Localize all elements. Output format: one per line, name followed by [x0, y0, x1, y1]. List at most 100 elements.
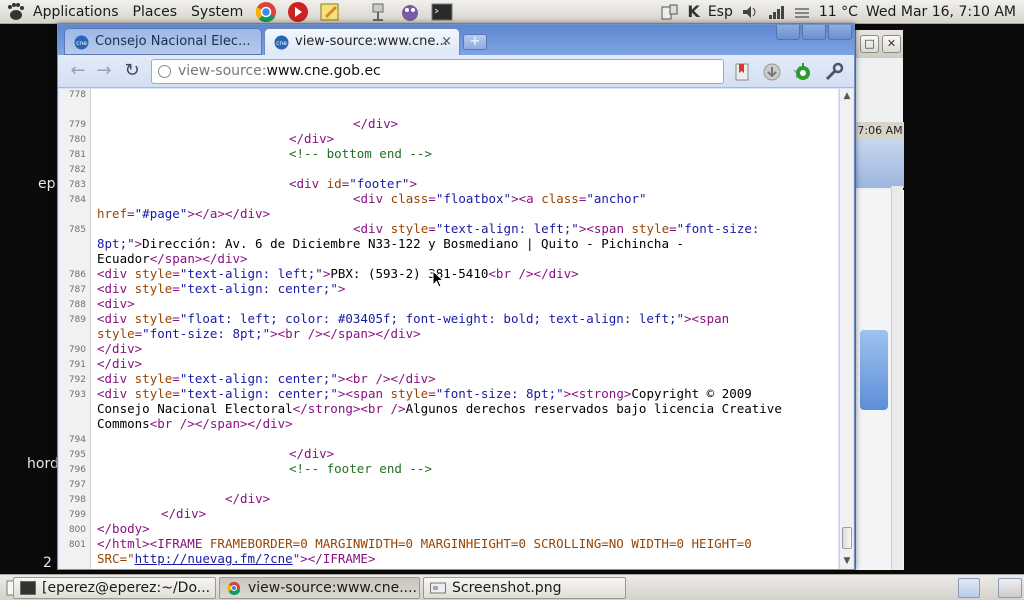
- menu-places[interactable]: Places: [126, 0, 185, 24]
- task-terminal[interactable]: [eperez@eperez:~/Do...: [13, 577, 216, 599]
- source-line: </div>: [97, 356, 143, 371]
- iframe-src-link[interactable]: http://nuevag.fm/?cne: [135, 551, 293, 566]
- task-chrome-view-source[interactable]: view-source:www.cne....: [219, 577, 420, 599]
- menu-applications[interactable]: Applications: [26, 0, 126, 24]
- bookmark-extension-icon[interactable]: [732, 62, 752, 82]
- panel-tray: K Esp 11 °C Wed Mar 16, 7:10 AM: [657, 0, 1024, 24]
- line-number: 799: [68, 510, 86, 520]
- background-window-scrollbar[interactable]: [891, 186, 903, 570]
- source-line: <!-- bottom end -->: [289, 146, 432, 161]
- scrollbar-thumb[interactable]: [842, 527, 852, 549]
- k-icon[interactable]: K: [683, 0, 703, 24]
- line-number: 778: [68, 90, 86, 100]
- svg-text:cne: cne: [276, 40, 287, 47]
- bottom-taskbar: [eperez@eperez:~/Do... view-source:www.c…: [0, 574, 1024, 600]
- line-number: 782: [68, 165, 86, 175]
- task-label: view-source:www.cne....: [248, 580, 417, 596]
- tab-label: Consejo Nacional Elec...: [95, 34, 251, 49]
- fog-weather-icon: [794, 8, 809, 18]
- wrench-icon[interactable]: [824, 62, 844, 82]
- desktop-label-2: 2: [43, 555, 52, 571]
- background-window-clock: 7:06 AM: [856, 122, 904, 140]
- clock[interactable]: Wed Mar 16, 7:10 AM: [862, 0, 1024, 24]
- text-editor-launcher-icon[interactable]: [319, 1, 341, 23]
- browser-toolbar: ← → ↻ view-source:www.cne.gob.ec ☆: [58, 55, 854, 88]
- line-number: 786: [68, 270, 86, 280]
- scroll-down-icon[interactable]: ▼: [841, 555, 853, 567]
- address-bar[interactable]: view-source:www.cne.gob.ec ☆: [151, 59, 807, 84]
- tab-consejo-nacional[interactable]: cne Consejo Nacional Elec...: [64, 28, 262, 55]
- mouse-cursor-icon: [432, 270, 444, 288]
- keyboard-layout-indicator[interactable]: Esp: [704, 0, 737, 24]
- image-viewer-icon: [430, 582, 446, 594]
- address-scheme: view-source:: [178, 63, 267, 79]
- background-window-titlebar: □ ✕: [856, 30, 903, 58]
- maximize-icon[interactable]: [802, 25, 826, 40]
- source-line: </html><IFRAME FRAMEBORDER=0 MARGINWIDTH…: [97, 536, 752, 551]
- line-number: 783: [68, 180, 86, 190]
- line-number: 780: [68, 135, 86, 145]
- scroll-up-icon[interactable]: ▲: [841, 90, 853, 102]
- source-line: <div style="float: left; color: #03405f;…: [97, 311, 730, 326]
- workspace-switcher-icon[interactable]: [958, 578, 980, 598]
- source-line: <div style="text-align: center;"><span s…: [97, 386, 752, 401]
- view-source-content[interactable]: 778 779 780 781 782 783 784 785 786 787 …: [59, 89, 838, 569]
- line-number: 798: [68, 495, 86, 505]
- signal-strength-icon[interactable]: [767, 3, 785, 21]
- desktop-label-ep: ep: [38, 176, 56, 192]
- minimize-icon[interactable]: [776, 25, 800, 40]
- task-label: [eperez@eperez:~/Do...: [42, 580, 211, 596]
- forward-button[interactable]: →: [92, 60, 116, 84]
- line-number: 792: [68, 375, 86, 385]
- background-window-banner: [860, 330, 888, 410]
- source-line: <div id="footer">: [289, 176, 417, 191]
- vertical-scrollbar[interactable]: ▲ ▼: [839, 89, 853, 569]
- source-line: Ecuador</span></div>: [97, 251, 248, 266]
- maximize-icon[interactable]: □: [860, 35, 879, 53]
- gnome-foot-icon[interactable]: [4, 1, 26, 23]
- background-window[interactable]: □ ✕ 7:06 AM: [855, 30, 904, 570]
- browser-window: cne Consejo Nacional Elec... cne view-so…: [57, 24, 855, 570]
- media-player-launcher-icon[interactable]: [287, 1, 309, 23]
- back-button[interactable]: ←: [66, 60, 90, 84]
- source-line: SRC="http://nuevag.fm/?cne"></IFRAME>: [97, 551, 376, 566]
- network-applet-icon[interactable]: [661, 3, 679, 21]
- terminal-launcher-icon[interactable]: [431, 1, 453, 23]
- source-line: </div>: [97, 341, 143, 356]
- new-tab-button[interactable]: +: [463, 34, 487, 50]
- close-icon[interactable]: ✕: [882, 35, 901, 53]
- weather-temperature[interactable]: 11 °C: [815, 0, 862, 24]
- source-line: <div style="text-align: center;">: [97, 281, 346, 296]
- pidgin-launcher-icon[interactable]: [399, 1, 421, 23]
- chrome-icon: [227, 581, 241, 595]
- source-line: </div>: [161, 506, 207, 521]
- desktop-label-hord: hord: [27, 456, 59, 472]
- close-icon[interactable]: [828, 25, 852, 40]
- lamp-launcher-icon[interactable]: [367, 1, 389, 23]
- source-line: </div>: [353, 116, 399, 131]
- tab-label: view-source:www.cne...: [295, 34, 448, 49]
- download-extension-icon[interactable]: [762, 62, 782, 82]
- background-window-tabstrip: [856, 140, 904, 188]
- green-extension-icon[interactable]: [793, 62, 813, 82]
- terminal-icon: [20, 581, 36, 595]
- source-line: </body>: [97, 521, 150, 536]
- tab-close-icon[interactable]: ×: [441, 29, 452, 55]
- tab-view-source[interactable]: cne view-source:www.cne... ×: [264, 28, 460, 55]
- trash-icon[interactable]: [998, 578, 1022, 598]
- line-number: 797: [68, 480, 86, 490]
- page-info-icon[interactable]: [158, 65, 171, 78]
- source-line: <!-- footer end -->: [289, 461, 432, 476]
- line-number: 801: [68, 540, 86, 550]
- line-number: 800: [68, 525, 86, 535]
- menu-system[interactable]: System: [184, 0, 250, 24]
- source-line: href="#page"></a></div>: [97, 206, 271, 221]
- source-line: <div>: [97, 296, 135, 311]
- chrome-launcher-icon[interactable]: [255, 1, 277, 23]
- task-screenshot[interactable]: Screenshot.png: [423, 577, 626, 599]
- volume-icon[interactable]: [741, 3, 759, 21]
- reload-button[interactable]: ↻: [120, 60, 144, 84]
- line-number: 789: [68, 315, 86, 325]
- source-line: Commons<br /></span></div>: [97, 416, 293, 431]
- source-line: </div>: [289, 131, 335, 146]
